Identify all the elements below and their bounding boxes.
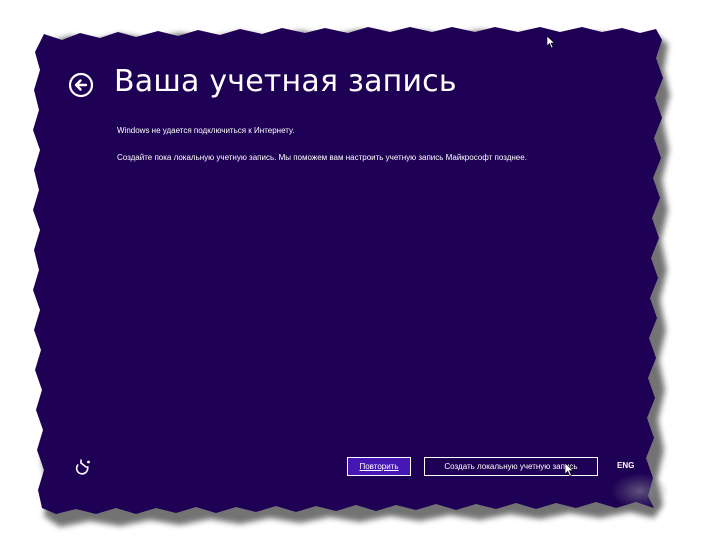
create-local-account-label: Создать локальную учетную запись [444,462,578,471]
retry-button[interactable]: Повторить [347,457,411,476]
retry-button-label: Повторить [359,462,399,471]
page-title: Ваша учетная запись [114,64,457,99]
local-account-hint: Создайте пока локальную учетную запись. … [117,153,527,162]
ease-of-access-icon[interactable] [74,458,92,476]
language-indicator[interactable]: ENG [617,461,634,470]
back-arrow-circle-icon[interactable] [68,72,94,98]
setup-screen: Ваша учетная запись Windows не удается п… [0,0,704,544]
blur-smudge [612,474,668,508]
mouse-cursor-icon [547,36,555,48]
screenshot-frame: Ваша учетная запись Windows не удается п… [0,0,704,544]
mouse-cursor-icon [565,463,574,476]
no-internet-message: Windows не удается подключиться к Интерн… [117,126,295,135]
